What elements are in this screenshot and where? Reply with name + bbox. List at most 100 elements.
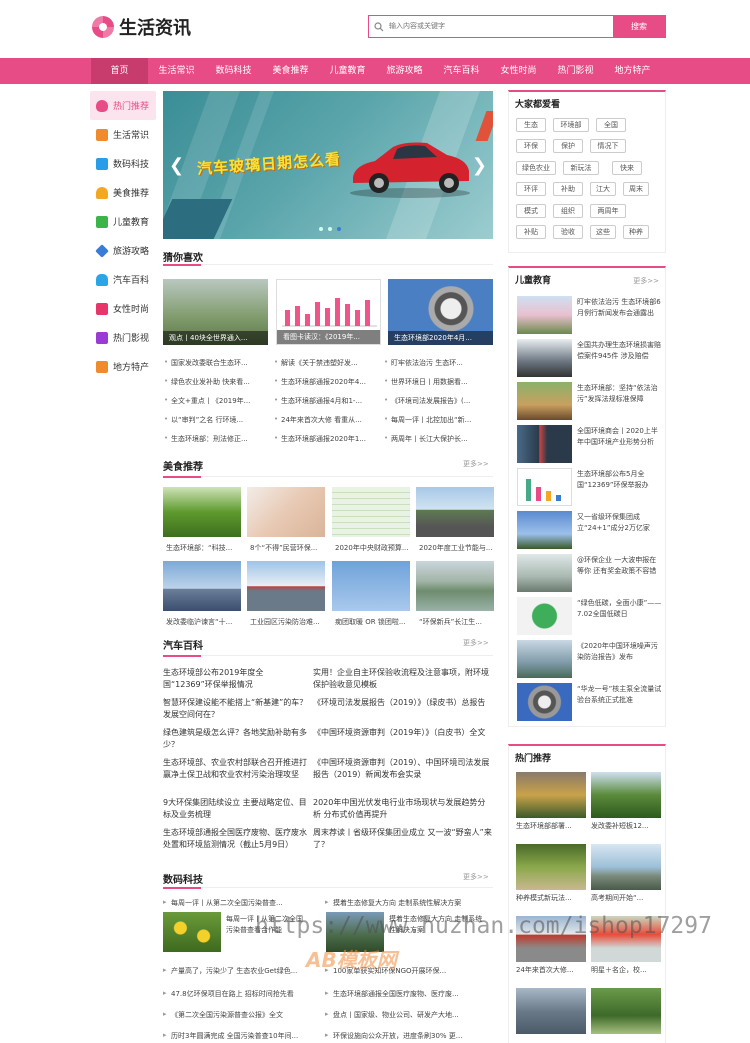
auto-article[interactable]: 《中国环境资源审判（2019）、中国环境司法发展报告（2019）新闻发布会实录: [313, 757, 493, 781]
nav-item-auto[interactable]: 汽车百科: [433, 58, 490, 84]
list-item[interactable]: 每周一评丨北控加出“新...: [383, 415, 493, 425]
list-item[interactable]: @环保企业 一大波申报在等你 还有奖金政策不容错: [517, 554, 661, 592]
tag[interactable]: 保护: [553, 139, 583, 153]
auto-article[interactable]: 《环境司法发展报告（2019）》（绿皮书）总报告: [313, 697, 493, 709]
sidebar-item-auto[interactable]: 汽车百科: [90, 265, 156, 294]
list-item[interactable]: 绿色农业发补助 快来看...: [163, 377, 273, 387]
list-item[interactable]: 《环境司法发展报告》(...: [383, 396, 493, 406]
list-item[interactable]: 又一省级环保集团成立“24+1”成分2万亿家: [517, 511, 661, 549]
list-item[interactable]: 生态环境部通报2020年1...: [273, 434, 383, 444]
food-caption[interactable]: 生态环境部：“科技...: [166, 543, 240, 553]
auto-article[interactable]: 智慧环保建设能不能搭上“新基建”的车？发展空间何在？: [163, 697, 308, 721]
search-button[interactable]: 搜索: [613, 16, 665, 37]
list-item[interactable]: “绿色低碳，全面小康”——7.02全国低碳日: [517, 597, 661, 635]
tag[interactable]: 绿色农业: [516, 161, 556, 175]
hot-item[interactable]: [591, 988, 661, 1037]
list-item[interactable]: 生态环境部：坚持“依法治污”发挥法规标准保障: [517, 382, 661, 420]
tag[interactable]: 周末: [623, 182, 649, 196]
food-caption[interactable]: “环保新兵”长江生...: [419, 617, 493, 627]
chevron-right-icon[interactable]: ❯: [472, 155, 487, 176]
nav-item-life[interactable]: 生活常识: [148, 58, 205, 84]
auto-article[interactable]: 生态环境部、农业农村部联合召开推进打赢净土保卫战和农业农村污染治理攻坚: [163, 757, 308, 781]
digital-article[interactable]: 《第二次全国污染源普查公报》全文: [163, 1010, 323, 1020]
list-item[interactable]: 《2020年中国环境噪声污染防治报告》发布: [517, 640, 661, 678]
food-caption[interactable]: 发改委临沪谏言“十...: [166, 617, 240, 627]
nav-item-movies[interactable]: 热门影视: [547, 58, 604, 84]
auto-article[interactable]: 绿色建筑是级怎么评？各地奖励补助有多少？: [163, 727, 308, 751]
food-thumb[interactable]: [247, 561, 325, 611]
search-input[interactable]: [389, 16, 613, 37]
list-item[interactable]: 两周年丨长江大保护长...: [383, 434, 493, 444]
nav-item-fashion[interactable]: 女性时尚: [490, 58, 547, 84]
site-logo[interactable]: 生活资讯: [92, 14, 191, 40]
banner-carousel[interactable]: 汽车玻璃日期怎么看 ❮ ❯: [163, 91, 493, 239]
digital-article[interactable]: 生态环境部通报全国医疗废物、医疗废...: [325, 989, 493, 999]
sidebar-item-fashion[interactable]: 女性时尚: [90, 294, 156, 323]
list-item[interactable]: 全国共办理生态环境损害赔偿案件945件 涉及赔偿: [517, 339, 661, 377]
list-item[interactable]: 盯牢依法治污 生态环...: [383, 358, 493, 368]
sidebar-item-life[interactable]: 生活常识: [90, 120, 156, 149]
list-item[interactable]: 生态环境部通报2020年4...: [273, 377, 383, 387]
list-item[interactable]: 以“审判”之名 行环境...: [163, 415, 273, 425]
list-item[interactable]: 盯牢依法治污 生态环境部6月例行新闻发布会通露出: [517, 296, 661, 334]
food-thumb[interactable]: [416, 561, 494, 611]
food-thumb[interactable]: [416, 487, 494, 537]
tag[interactable]: 环境部: [553, 118, 589, 132]
tag[interactable]: 补助: [553, 182, 583, 196]
food-caption[interactable]: 痴团取暖 OR 锁团啦...: [335, 617, 409, 627]
auto-article[interactable]: 生态环境部通报全国医疗废物、医疗废水处置和环境监测情况（截止5月9日）: [163, 827, 308, 851]
nav-item-home[interactable]: 首页: [91, 58, 148, 84]
digital-article[interactable]: 盘点丨国家级、物业公司、研发产大地...: [325, 1010, 493, 1020]
nav-item-digital[interactable]: 数码科技: [205, 58, 262, 84]
food-thumb[interactable]: [163, 487, 241, 537]
food-more-link[interactable]: 更多>>: [463, 459, 489, 469]
hot-item[interactable]: 种养模式新玩法...: [516, 844, 586, 903]
sidebar-item-movies[interactable]: 热门影视: [90, 323, 156, 352]
tag[interactable]: 快来: [612, 161, 642, 175]
chevron-left-icon[interactable]: ❮: [169, 155, 184, 176]
digital-article[interactable]: 历时3年圆满完成 全国污染普查10年间...: [163, 1031, 323, 1041]
list-item[interactable]: 全国环境商会丨2020上半年中国环境产业形势分析: [517, 425, 661, 463]
carousel-dot[interactable]: [319, 227, 323, 231]
tag[interactable]: 种养: [623, 225, 649, 239]
tag[interactable]: 验收: [553, 225, 583, 239]
food-thumb[interactable]: [332, 561, 410, 611]
auto-article[interactable]: 实用！企业自主环保验收流程及注意事项，附环境保护验收意见模板: [313, 667, 493, 691]
list-item[interactable]: 生态环境部公布5月全国“12369”环保举报办: [517, 468, 661, 506]
kids-more-link[interactable]: 更多>>: [633, 276, 659, 286]
digital-article[interactable]: 摸着生态修复大方向 走制系统性解决方案: [325, 898, 493, 908]
list-item[interactable]: 生态环境部通报4月和1-...: [273, 396, 383, 406]
auto-article[interactable]: 2020年中国光伏发电行业市场现状与发展趋势分析 分布式价值再提升: [313, 797, 493, 821]
hot-item[interactable]: 高考期间开始“...: [591, 844, 661, 903]
sidebar-item-local[interactable]: 地方特产: [90, 352, 156, 381]
list-item[interactable]: 全文+重点丨《2019年...: [163, 396, 273, 406]
digital-article[interactable]: 环保设施向公众开放，进度条刷30% 更...: [325, 1031, 493, 1041]
sidebar-item-travel[interactable]: 旅游攻略: [90, 236, 156, 265]
tag[interactable]: 模式: [516, 204, 546, 218]
food-caption[interactable]: 8个“不得”民营环保...: [250, 543, 324, 553]
digital-thumb[interactable]: [163, 912, 221, 952]
food-thumb[interactable]: [247, 487, 325, 537]
tag[interactable]: 组织: [553, 204, 583, 218]
list-item[interactable]: 24年来首次大修 看重从...: [273, 415, 383, 425]
tag[interactable]: 两周年: [590, 204, 626, 218]
tag[interactable]: 这些: [590, 225, 616, 239]
guess-thumb[interactable]: 看图卡读汉：《2019年...: [276, 279, 381, 345]
tag[interactable]: 全国: [596, 118, 626, 132]
list-item[interactable]: 国家发改委联合生态环...: [163, 358, 273, 368]
digital-article[interactable]: 每周一评丨从第二次全国污染普查...: [163, 898, 323, 908]
hot-item[interactable]: [516, 988, 586, 1037]
sidebar-item-kids[interactable]: 儿童教育: [90, 207, 156, 236]
guess-thumb[interactable]: 生态环境部2020年4月...: [388, 279, 493, 345]
digital-article[interactable]: 47.8亿环保项目在路上 招标时间抢先看: [163, 989, 323, 999]
auto-article[interactable]: 《中国环境资源审判（2019年）》（白皮书）全文: [313, 727, 493, 739]
sidebar-item-digital[interactable]: 数码科技: [90, 149, 156, 178]
food-caption[interactable]: 2020年中央财政预算...: [335, 543, 409, 553]
list-item[interactable]: 世界环境日丨用数据看...: [383, 377, 493, 387]
guess-thumb[interactable]: 观点丨40块全世界通入...: [163, 279, 268, 345]
nav-item-food[interactable]: 美食推荐: [262, 58, 319, 84]
food-caption[interactable]: 2020年度工业节能与...: [419, 543, 493, 553]
sidebar-item-food[interactable]: 美食推荐: [90, 178, 156, 207]
tag[interactable]: 情况下: [590, 139, 626, 153]
tag[interactable]: 生态: [516, 118, 546, 132]
